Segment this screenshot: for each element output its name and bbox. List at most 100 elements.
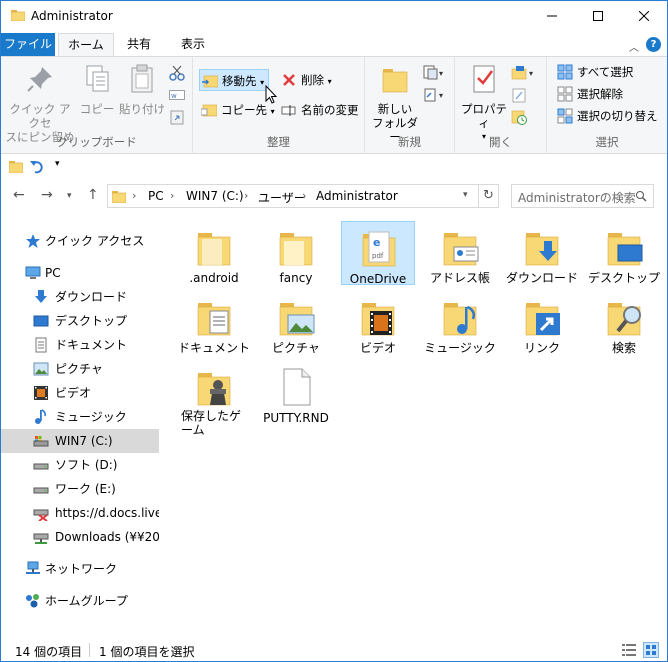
file-item-documents[interactable]: ドキュメント bbox=[177, 291, 251, 355]
breadcrumb-pc[interactable]: PC bbox=[148, 189, 164, 203]
rename-label: 名前の変更 bbox=[301, 103, 359, 117]
file-item-searches[interactable]: 検索 bbox=[587, 291, 661, 355]
maximize-button[interactable] bbox=[575, 1, 621, 31]
nav-item-network[interactable]: ネットワーク bbox=[1, 557, 159, 581]
copy-to-button[interactable]: コピー先 ▾ bbox=[199, 99, 275, 121]
delete-label: 削除 bbox=[301, 73, 324, 87]
tab-file[interactable]: ファイル bbox=[1, 33, 55, 56]
edit-icon[interactable] bbox=[511, 87, 527, 103]
tab-home[interactable]: ホーム bbox=[58, 33, 114, 57]
nav-item-downloads[interactable]: ダウンロード bbox=[1, 285, 159, 309]
breadcrumb-administrator[interactable]: Administrator bbox=[316, 189, 398, 203]
properties-button[interactable]: プロパティ ▾ bbox=[457, 63, 511, 144]
chevron-right-icon[interactable]: › bbox=[132, 189, 136, 202]
chevron-right-icon[interactable]: › bbox=[170, 189, 174, 202]
paste-shortcut-icon[interactable] bbox=[169, 109, 185, 125]
folder-icon bbox=[279, 233, 313, 266]
copy-button[interactable]: コピー bbox=[77, 63, 117, 116]
file-item-fancy[interactable]: fancy bbox=[259, 221, 333, 285]
chevron-right-icon[interactable]: › bbox=[244, 189, 248, 202]
file-item-videos[interactable]: ビデオ bbox=[341, 291, 415, 355]
nav-item-pictures[interactable]: ピクチャ bbox=[1, 357, 159, 381]
file-item-saved-games[interactable]: 保存したゲーム bbox=[177, 361, 251, 441]
address-bar[interactable]: › PC › WIN7 (C:) › ユーザー › Administrator … bbox=[107, 184, 499, 208]
nav-item-label: ネットワーク bbox=[45, 562, 118, 576]
nav-item-homegroup[interactable]: ホームグループ bbox=[1, 589, 159, 613]
forward-arrow-icon[interactable]: → bbox=[41, 187, 53, 203]
file-item-contacts[interactable]: アドレス帳 bbox=[423, 221, 497, 285]
folder-icon bbox=[197, 233, 231, 266]
pin-quick-access-button[interactable]: クイック アクセ スにピン留め bbox=[5, 63, 75, 144]
address-history-icon[interactable]: ▾ bbox=[463, 190, 468, 200]
nav-item-videos[interactable]: ビデオ bbox=[1, 381, 159, 405]
tab-share[interactable]: 共有 bbox=[117, 33, 161, 56]
invert-selection-button[interactable]: 選択の切り替え bbox=[555, 105, 658, 127]
details-view-icon[interactable] bbox=[621, 642, 637, 658]
breadcrumb-drive[interactable]: WIN7 (C:) bbox=[186, 189, 244, 203]
undo-icon[interactable] bbox=[29, 158, 45, 174]
file-item-desktop[interactable]: デスクトップ bbox=[587, 221, 661, 285]
file-item-downloads[interactable]: ダウンロード bbox=[505, 221, 579, 285]
nav-item-pc[interactable]: PC bbox=[1, 261, 159, 285]
item-count: 14 個の項目 bbox=[15, 645, 83, 659]
tab-view[interactable]: 表示 bbox=[171, 33, 215, 56]
file-item-android[interactable]: .android bbox=[177, 221, 251, 285]
downloads-folder-icon bbox=[525, 233, 559, 266]
large-icons-view-icon[interactable] bbox=[643, 642, 659, 658]
paste-button[interactable]: 貼り付け bbox=[119, 63, 165, 116]
folder-icon[interactable] bbox=[9, 159, 23, 173]
file-item-onedrive[interactable]: e pdf OneDrive bbox=[341, 221, 415, 286]
clipboard-group-label: クリップボード bbox=[56, 135, 137, 149]
cut-icon[interactable] bbox=[169, 65, 185, 81]
nav-item-soft-drive[interactable]: ソフト (D:) bbox=[1, 453, 159, 477]
chevron-right-icon[interactable]: › bbox=[302, 189, 306, 202]
breadcrumb-users[interactable]: ユーザー bbox=[258, 189, 306, 206]
file-item-label: ビデオ bbox=[359, 341, 396, 355]
close-button[interactable] bbox=[621, 1, 667, 31]
help-icon[interactable]: ? bbox=[646, 37, 661, 52]
pc-icon bbox=[25, 266, 41, 279]
customize-toolbar-icon[interactable]: ▾ bbox=[55, 159, 60, 169]
file-item-music[interactable]: ミュージック bbox=[423, 291, 497, 355]
new-folder-button[interactable]: 新しい フォルダー bbox=[369, 63, 421, 144]
network-drive-icon bbox=[33, 533, 49, 544]
up-arrow-icon[interactable]: ↑ bbox=[87, 187, 99, 203]
ribbon-collapse-icon[interactable]: ︿ bbox=[629, 39, 639, 54]
delete-button[interactable]: 削除 ▾ bbox=[279, 69, 332, 91]
nav-item-webdav-drive[interactable]: https://d.docs.live.n bbox=[1, 501, 159, 525]
minimize-button[interactable] bbox=[529, 1, 575, 31]
move-to-button[interactable]: 移動先 ▾ bbox=[199, 69, 269, 91]
video-icon bbox=[34, 386, 48, 400]
nav-item-label: Downloads (¥¥2013 bbox=[55, 530, 159, 544]
file-item-putty-rnd[interactable]: PUTTY.RND bbox=[259, 361, 333, 425]
new-folder-label-line1: 新しい bbox=[377, 102, 413, 116]
nav-item-music[interactable]: ミュージック bbox=[1, 405, 159, 429]
search-input[interactable]: Administratorの検索 bbox=[511, 184, 654, 208]
nav-item-win7-drive[interactable]: WIN7 (C:) bbox=[1, 429, 159, 453]
history-icon[interactable] bbox=[511, 109, 527, 125]
file-item-links[interactable]: リンク bbox=[505, 291, 579, 355]
search-placeholder: Administratorの検索 bbox=[518, 191, 636, 205]
maximize-icon bbox=[593, 11, 603, 21]
open-icon[interactable]: ▾ bbox=[511, 65, 537, 81]
window-title: Administrator bbox=[31, 9, 113, 23]
nav-item-label: ダウンロード bbox=[55, 290, 128, 304]
minimize-icon bbox=[547, 15, 557, 17]
new-item-icon[interactable]: ▾ bbox=[423, 65, 447, 81]
back-arrow-icon[interactable]: ← bbox=[13, 187, 25, 203]
copy-icon bbox=[86, 65, 109, 92]
nav-item-documents[interactable]: ドキュメント bbox=[1, 333, 159, 357]
nav-item-desktop[interactable]: デスクトップ bbox=[1, 309, 159, 333]
refresh-icon[interactable]: ↻ bbox=[478, 185, 498, 207]
easy-access-icon[interactable]: ▾ bbox=[423, 87, 447, 103]
recent-locations-icon[interactable]: ▾ bbox=[67, 191, 72, 201]
file-item-pictures[interactable]: ピクチャ bbox=[259, 291, 333, 355]
nav-item-quick-access[interactable]: クイック アクセス bbox=[1, 229, 159, 253]
document-icon bbox=[35, 337, 47, 353]
select-none-button[interactable]: 選択解除 bbox=[555, 83, 623, 105]
rename-button[interactable]: 名前の変更 bbox=[279, 99, 359, 121]
copy-path-icon[interactable]: w bbox=[169, 88, 185, 102]
nav-item-work-drive[interactable]: ワーク (E:) bbox=[1, 477, 159, 501]
nav-item-downloads-share[interactable]: Downloads (¥¥2013 bbox=[1, 525, 159, 549]
select-all-button[interactable]: すべて選択 bbox=[555, 61, 633, 83]
